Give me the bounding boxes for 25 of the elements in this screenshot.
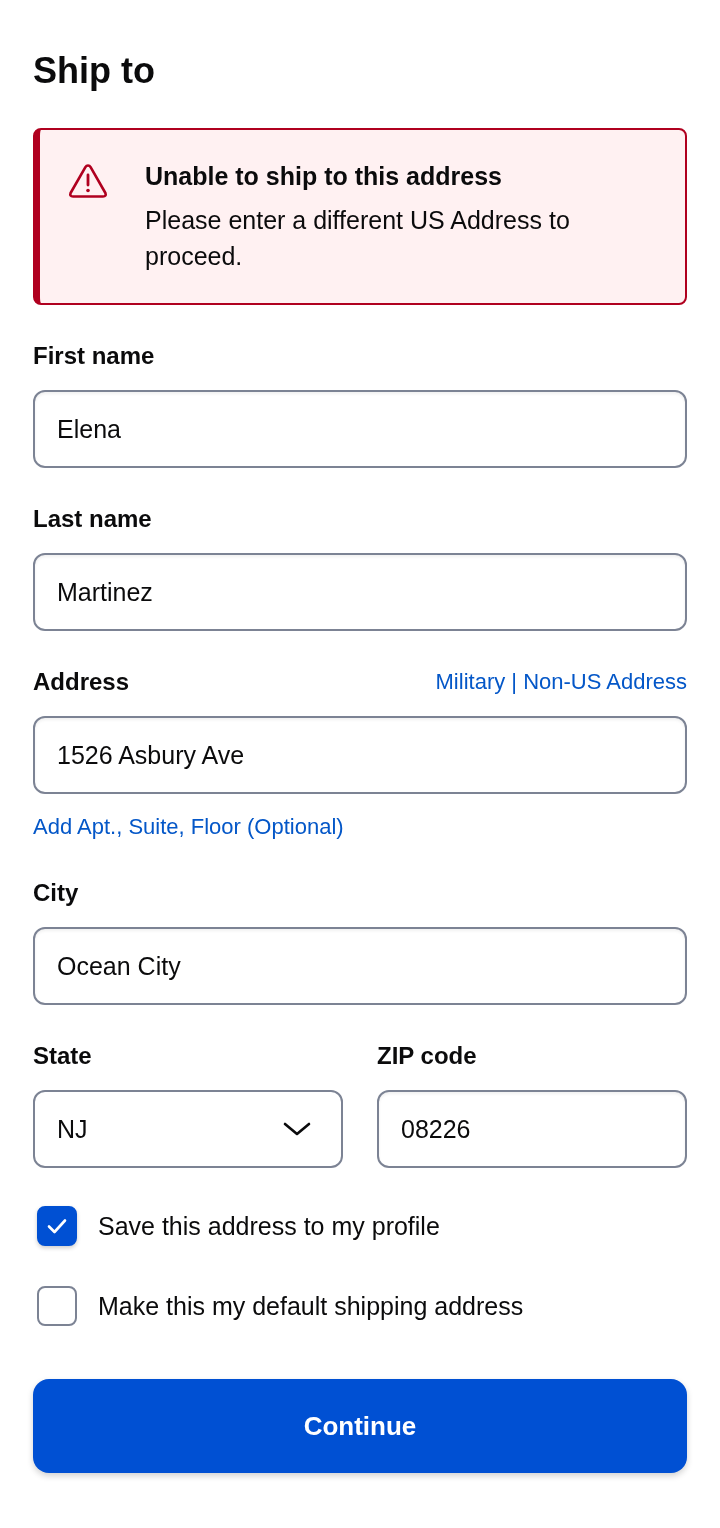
checkmark-icon xyxy=(47,1218,67,1234)
input-field[interactable]: Martinez xyxy=(33,553,687,631)
checkbox-label[interactable]: Save this address to my profile xyxy=(98,1211,440,1241)
field-label: ZIP code xyxy=(377,1042,477,1070)
state-dropdown[interactable]: NJ xyxy=(33,1090,343,1168)
field-label: First name xyxy=(33,342,155,370)
field-label: Address xyxy=(33,668,130,696)
checkbox-label[interactable]: Make this my default shipping address xyxy=(98,1291,524,1321)
input-field[interactable]: 08226 xyxy=(377,1090,687,1168)
field-label: State xyxy=(33,1042,92,1070)
checkbox[interactable] xyxy=(37,1206,77,1246)
input-field[interactable]: 1526 Asbury Ave xyxy=(33,716,687,794)
checkbox[interactable] xyxy=(37,1286,77,1326)
add-apt-link[interactable]: Add Apt., Suite, Floor (Optional) xyxy=(33,812,344,842)
input-field[interactable]: Elena xyxy=(33,390,687,468)
input-field[interactable]: Ocean City xyxy=(33,927,687,1005)
warning-triangle-icon xyxy=(68,163,108,199)
military-non-us-link[interactable]: Military | Non-US Address xyxy=(435,669,687,695)
alert-title: Unable to ship to this address xyxy=(145,161,503,192)
field-label: Last name xyxy=(33,505,152,533)
page-title: Ship to xyxy=(33,49,156,93)
chevron-down-icon xyxy=(283,1122,311,1136)
field-label: City xyxy=(33,879,79,907)
continue-button[interactable]: Continue xyxy=(33,1379,687,1473)
alert-message: Please enter a different US Address to proceed. xyxy=(145,205,571,272)
